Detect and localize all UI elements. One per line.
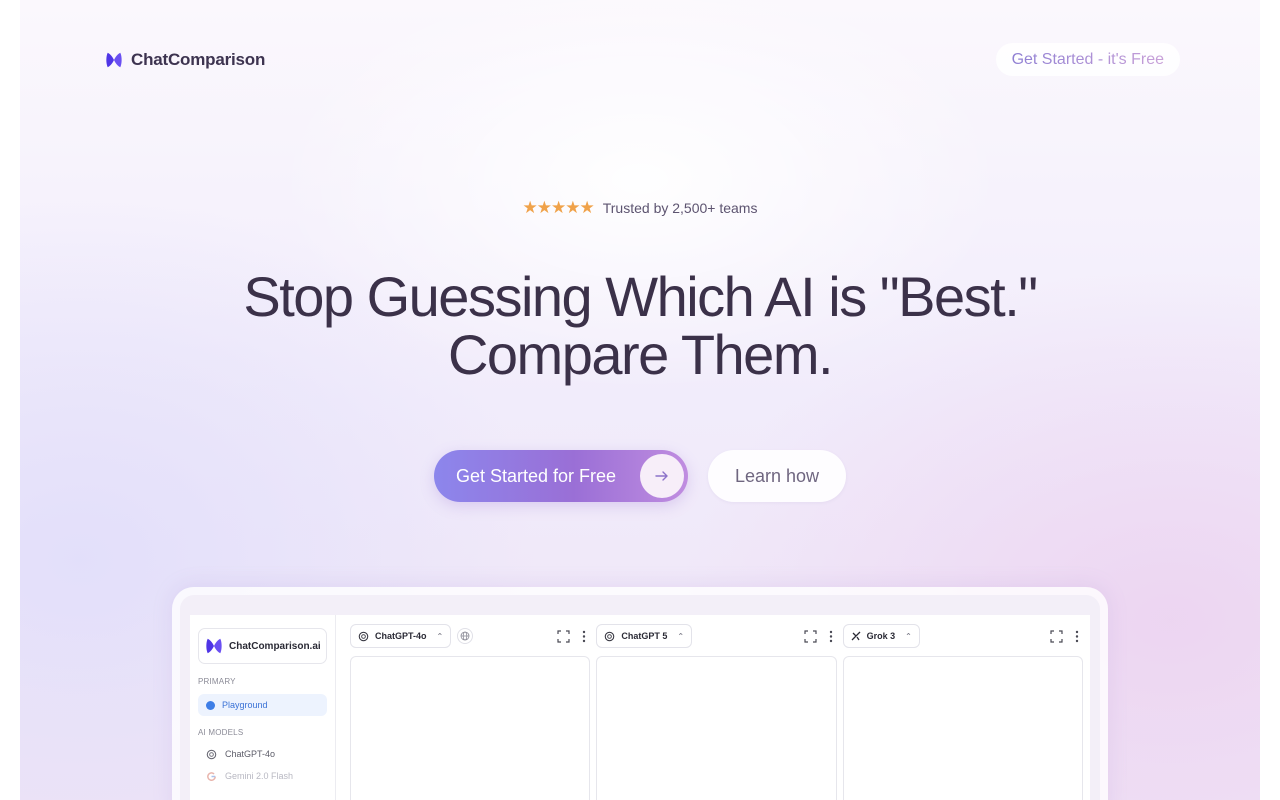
- app-sidebar: ChatComparison.ai PRIMARY Playground AI …: [190, 615, 336, 800]
- learn-how-label: Learn how: [734, 465, 820, 486]
- sidebar-item-label: Playground: [222, 700, 268, 710]
- grok-icon: [851, 631, 861, 641]
- get-started-button-label: Get Started for Free: [456, 465, 617, 486]
- model-panel: ChatGPT 5 ⌃: [596, 623, 837, 800]
- chat-bubble-icon: [206, 700, 215, 710]
- trust-row: ★★★★★ Trusted by 2,500+ teams: [20, 199, 1260, 216]
- page-frame: ChatComparison Get Started - it's Free ★…: [20, 0, 1260, 800]
- logo-mark-icon: [206, 638, 222, 654]
- panel-chat-area: [596, 656, 837, 800]
- openai-icon: [605, 631, 615, 641]
- model-select[interactable]: Grok 3 ⌃: [842, 624, 920, 648]
- openai-icon: [358, 631, 369, 641]
- rating-stars-icon: ★★★★★: [522, 198, 595, 217]
- more-vertical-icon[interactable]: [829, 630, 833, 643]
- chevron-updown-icon: ⌃: [436, 631, 444, 641]
- more-vertical-icon[interactable]: [582, 630, 586, 643]
- model-select-label: Grok 3: [866, 631, 896, 641]
- expand-icon[interactable]: [557, 629, 570, 643]
- app-preview: ChatComparison.ai PRIMARY Playground AI …: [172, 587, 1108, 800]
- learn-how-button[interactable]: Learn how: [708, 450, 846, 502]
- trust-text: Trusted by 2,500+ teams: [602, 199, 758, 216]
- logo-mark-icon: [106, 52, 122, 68]
- comparison-panels: ChatGPT-4o ⌃ ChatGPT 5 ⌃ Grok 3 ⌃: [336, 615, 1090, 800]
- chevron-updown-icon: ⌃: [905, 631, 912, 641]
- panel-header: Grok 3 ⌃: [842, 623, 1083, 649]
- sidebar-item-playground[interactable]: Playground: [198, 694, 327, 716]
- more-vertical-icon[interactable]: [1075, 630, 1079, 643]
- logo-text: ChatComparison: [131, 50, 266, 69]
- panel-chat-area: [842, 656, 1083, 800]
- panel-chat-area: [350, 656, 591, 800]
- sidebar-item-gemini[interactable]: Gemini 2.0 Flash: [198, 765, 327, 787]
- headline-line-2: Compare Them.: [447, 323, 834, 386]
- expand-icon[interactable]: [804, 629, 817, 643]
- app-brand-name: ChatComparison.ai: [229, 640, 321, 652]
- expand-icon[interactable]: [1050, 629, 1063, 643]
- globe-icon[interactable]: [457, 628, 474, 644]
- panel-header: ChatGPT 5 ⌃: [596, 623, 836, 649]
- model-select[interactable]: ChatGPT-4o ⌃: [350, 624, 452, 648]
- sidebar-section-primary: PRIMARY: [198, 677, 236, 686]
- chevron-updown-icon: ⌃: [677, 631, 685, 641]
- sidebar-item-chatgpt-4o[interactable]: ChatGPT-4o: [198, 743, 327, 765]
- google-icon: [207, 771, 216, 781]
- hero-headline: Stop Guessing Which AI is "Best." Compar…: [20, 268, 1260, 384]
- openai-icon: [206, 749, 217, 759]
- model-select[interactable]: ChatGPT 5 ⌃: [596, 624, 693, 648]
- app-preview-inner: ChatComparison.ai PRIMARY Playground AI …: [180, 595, 1100, 800]
- app-brand-card[interactable]: ChatComparison.ai: [198, 628, 327, 664]
- model-panel: ChatGPT-4o ⌃: [350, 623, 591, 800]
- model-panel: Grok 3 ⌃: [842, 623, 1083, 800]
- app-window: ChatComparison.ai PRIMARY Playground AI …: [190, 615, 1090, 800]
- site-logo[interactable]: ChatComparison: [105, 50, 265, 70]
- sidebar-item-label: ChatGPT-4o: [225, 749, 276, 759]
- model-select-label: ChatGPT-4o: [375, 631, 427, 641]
- headline-line-1: Stop Guessing Which AI is "Best.": [243, 265, 1038, 328]
- get-started-free-label: Get Started - it's Free: [1011, 50, 1164, 68]
- sidebar-section-models: AI MODELS: [198, 728, 244, 737]
- sidebar-item-label: Gemini 2.0 Flash: [225, 771, 294, 781]
- model-select-label: ChatGPT 5: [621, 631, 668, 641]
- arrow-right-icon: [640, 454, 684, 498]
- get-started-button[interactable]: Get Started for Free: [434, 450, 688, 502]
- panel-header: ChatGPT-4o ⌃: [350, 623, 590, 649]
- get-started-free-link[interactable]: Get Started - it's Free: [995, 43, 1180, 76]
